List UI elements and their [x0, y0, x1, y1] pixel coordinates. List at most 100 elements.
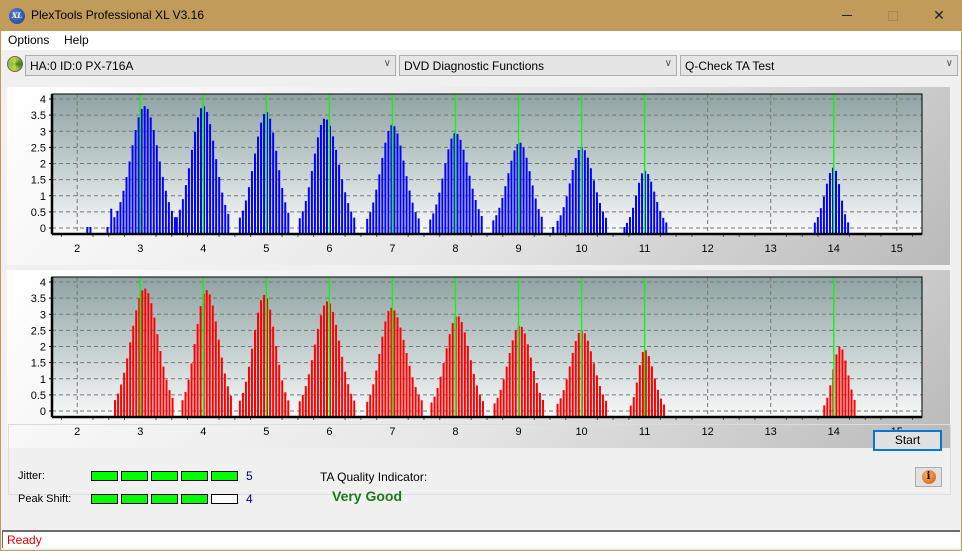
histogram-bar	[656, 389, 659, 417]
histogram-bar	[825, 183, 828, 234]
histogram-bar	[184, 391, 187, 417]
window-title: PlexTools Professional XL V3.16	[31, 8, 204, 22]
histogram-bar	[384, 321, 387, 417]
histogram-bar	[528, 171, 531, 234]
histogram-bar	[819, 208, 822, 234]
histogram-bar	[481, 401, 484, 417]
histogram-bar	[146, 109, 149, 234]
histogram-bar	[510, 160, 513, 234]
histogram-bar	[114, 400, 117, 417]
histogram-bar	[384, 142, 387, 234]
histogram-bar	[823, 405, 826, 417]
info-button[interactable]: i	[915, 467, 942, 487]
close-button[interactable]: ✕	[916, 0, 962, 31]
function-select[interactable]: DVD Diagnostic Functions ∨	[399, 55, 677, 76]
app-logo-icon: XL	[9, 8, 25, 24]
histogram-bar	[247, 366, 250, 417]
histogram-bar	[402, 339, 405, 417]
y-tick-label: 2	[40, 159, 46, 171]
histogram-bar	[589, 168, 592, 234]
y-tick-label: 3	[40, 126, 46, 138]
histogram-bar	[275, 150, 278, 234]
histogram-bar	[250, 171, 253, 234]
histogram-bar	[223, 373, 226, 417]
histogram-bar	[381, 336, 384, 417]
histogram-bar	[532, 370, 535, 417]
histogram-bar	[190, 363, 193, 417]
histogram-bar	[474, 200, 477, 234]
histogram-bar	[184, 185, 187, 234]
histogram-bar	[332, 311, 335, 417]
histogram-bar	[853, 399, 856, 417]
histogram-bar	[128, 161, 131, 234]
start-button[interactable]: Start	[873, 430, 942, 451]
peak-shift-label: Peak Shift:	[18, 493, 72, 505]
histogram-bar	[347, 203, 350, 234]
histogram-bar	[269, 309, 272, 417]
histogram-bar	[344, 192, 347, 234]
histogram-bar	[214, 321, 217, 417]
disc-drive-icon	[7, 56, 23, 72]
histogram-bar	[260, 300, 263, 417]
chevron-down-icon: ∨	[664, 58, 672, 69]
histogram-bar	[131, 145, 134, 234]
histogram-bar	[209, 124, 212, 234]
histogram-bar	[150, 303, 153, 417]
histogram-bar	[399, 145, 402, 234]
peak-shift-meter	[91, 494, 238, 504]
histogram-bar	[366, 401, 369, 417]
histogram-bar	[462, 149, 465, 234]
histogram-bar	[220, 357, 223, 417]
histogram-bar	[665, 222, 668, 234]
peak-shift-value: 4	[246, 492, 253, 506]
histogram-bar	[347, 384, 350, 417]
histogram-bar	[224, 204, 227, 234]
histogram-bar	[507, 173, 510, 234]
y-tick-label: 0	[40, 406, 46, 418]
histogram-bar	[540, 216, 543, 234]
histogram-bar	[205, 290, 208, 417]
test-select[interactable]: Q-Check TA Test ∨	[680, 55, 958, 76]
histogram-bar	[468, 175, 471, 234]
jitter-label: Jitter:	[18, 470, 45, 482]
maximize-button[interactable]	[870, 0, 916, 31]
histogram-bar	[281, 380, 284, 417]
histogram-bar	[119, 202, 122, 234]
histogram-bar	[212, 140, 215, 234]
y-tick-label: 2.5	[31, 142, 46, 154]
histogram-bar	[471, 188, 474, 234]
histogram-bar	[531, 185, 534, 234]
histogram-bar	[387, 130, 390, 234]
histogram-bar	[438, 192, 441, 234]
histogram-bar	[399, 327, 402, 417]
histogram-bar	[238, 217, 241, 234]
histogram-bar	[469, 360, 472, 417]
menu-help[interactable]: Help	[64, 33, 89, 47]
histogram-bar	[372, 202, 375, 234]
histogram-bar	[123, 372, 126, 417]
x-tick-label: 10	[575, 243, 587, 255]
histogram-bar	[417, 218, 420, 234]
histogram-bar	[813, 222, 816, 234]
histogram-bar	[126, 358, 129, 417]
drive-select[interactable]: HA:0 ID:0 PX-716A ∨	[25, 55, 396, 76]
histogram-bar	[153, 317, 156, 417]
histogram-bar	[135, 310, 138, 417]
peak-shift-meter-segment	[181, 494, 208, 504]
jitter-value: 5	[246, 469, 253, 483]
y-tick-label: 2	[40, 342, 46, 354]
menu-options[interactable]: Options	[8, 33, 49, 47]
histogram-bar	[505, 366, 508, 417]
minimize-button[interactable]	[824, 0, 870, 31]
x-tick-label: 11	[639, 243, 650, 255]
histogram-bar	[316, 137, 319, 234]
histogram-bar	[408, 365, 411, 417]
histogram-bar	[504, 186, 507, 234]
histogram-bar	[164, 190, 167, 234]
histogram-bar	[598, 202, 601, 234]
histogram-bar	[589, 351, 592, 417]
histogram-bar	[448, 334, 451, 417]
histogram-bar	[196, 323, 199, 417]
histogram-bar	[556, 220, 559, 234]
histogram-bar	[162, 366, 165, 417]
